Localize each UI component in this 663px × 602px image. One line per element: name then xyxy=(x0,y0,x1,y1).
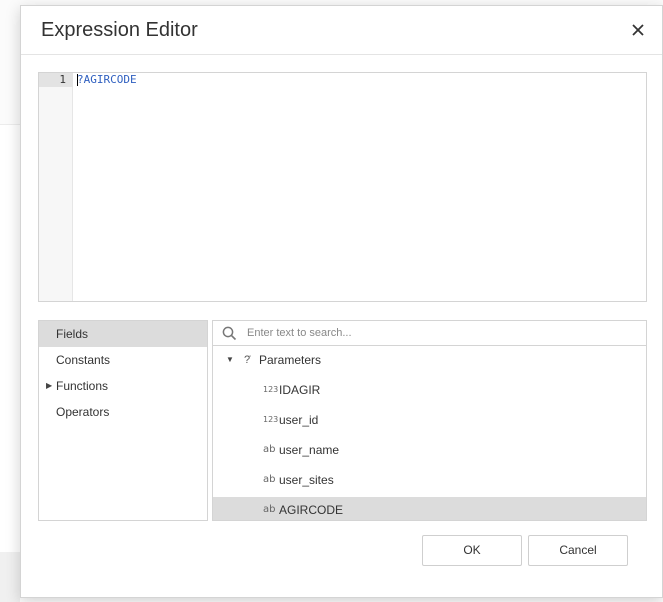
category-label: Operators xyxy=(56,405,110,419)
search-box xyxy=(213,321,646,346)
tree-item[interactable]: ab user_sites xyxy=(213,467,646,493)
tree-item[interactable]: 123 IDAGIR xyxy=(213,377,646,403)
ok-button[interactable]: OK xyxy=(422,535,522,566)
parameter-icon: ?̇ xyxy=(244,354,251,366)
tree-item[interactable]: 123 user_id xyxy=(213,407,646,433)
category-functions[interactable]: ▶ Functions xyxy=(39,373,207,399)
expression-text[interactable]: ?AGIRCODE xyxy=(77,73,137,87)
items-panel: ▼ ?̇ Parameters 123 IDAGIR 123 user_id a… xyxy=(212,320,647,521)
category-constants[interactable]: Constants xyxy=(39,347,207,373)
dialog-title: Expression Editor xyxy=(41,19,198,41)
category-label: Functions xyxy=(56,379,109,393)
dialog-header: Expression Editor xyxy=(21,6,662,55)
expression-code-editor[interactable]: 1 ?AGIRCODE xyxy=(38,72,647,302)
expression-editor-dialog: Expression Editor 1 ?AGIRCODE Fields Con… xyxy=(20,5,663,598)
line-number-gutter: 1 xyxy=(39,73,73,301)
text-caret xyxy=(77,74,78,86)
close-button[interactable] xyxy=(627,19,649,41)
cancel-button[interactable]: Cancel xyxy=(528,535,628,566)
collapse-arrow-icon[interactable]: ▼ xyxy=(226,347,234,373)
expand-arrow-icon[interactable]: ▶ xyxy=(46,373,52,399)
line-number: 1 xyxy=(59,73,66,86)
search-input[interactable] xyxy=(245,324,635,342)
category-label: Constants xyxy=(56,353,111,367)
tree-item-selected[interactable]: ab AGIRCODE xyxy=(213,497,646,520)
string-type-icon: ab xyxy=(263,444,276,455)
category-fields[interactable]: Fields xyxy=(39,321,207,347)
tree-item-label: user_sites xyxy=(279,473,334,487)
tree-item-label: AGIRCODE xyxy=(279,503,344,517)
category-list: Fields Constants ▶ Functions Operators xyxy=(38,320,208,521)
search-icon xyxy=(222,326,237,346)
tree-item-label: user_id xyxy=(279,413,319,427)
string-type-icon: ab xyxy=(263,504,276,515)
tree-node-parameters[interactable]: ▼ ?̇ Parameters xyxy=(213,347,646,373)
number-type-icon: 123 xyxy=(263,415,279,424)
active-line-marker xyxy=(39,73,73,87)
background-panel xyxy=(0,552,20,602)
tree-node-label: Parameters xyxy=(259,353,322,367)
category-label: Fields xyxy=(56,327,89,341)
close-icon xyxy=(632,24,644,36)
number-type-icon: 123 xyxy=(263,385,279,394)
tree-item-label: user_name xyxy=(279,443,340,457)
category-operators[interactable]: Operators xyxy=(39,399,207,425)
tree-item-label: IDAGIR xyxy=(279,383,321,397)
tree-item[interactable]: ab user_name xyxy=(213,437,646,463)
string-type-icon: ab xyxy=(263,474,276,485)
